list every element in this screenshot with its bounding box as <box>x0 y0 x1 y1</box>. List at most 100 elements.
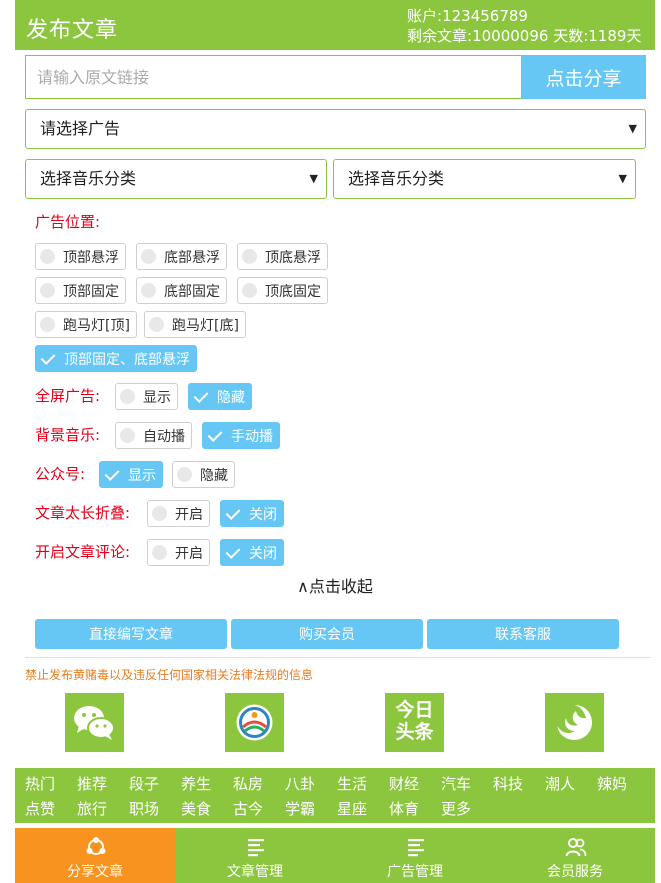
ad-pos-top-fixed-bottom-float[interactable]: 顶部固定、底部悬浮 <box>35 345 197 372</box>
option-label: 顶底悬浮 <box>265 249 321 266</box>
phoenix-news-icon[interactable] <box>545 693 604 752</box>
ad-pos-marquee-top[interactable]: 跑马灯[顶] <box>35 311 137 338</box>
top-header: 发布文章 账户:123456789 剩余文章:10000096 天数:1189天 <box>15 0 655 50</box>
tab-label: 分享文章 <box>67 864 123 880</box>
check-icon <box>225 545 243 560</box>
ad-pos-marquee-bottom[interactable]: 跑马灯[底] <box>144 311 246 338</box>
bg-music-manual[interactable]: 手动播 <box>202 422 280 449</box>
tab-share-article[interactable]: 分享文章 <box>15 828 175 883</box>
tencent-news-icon[interactable] <box>225 693 284 752</box>
tab-ad-management[interactable]: 广告管理 <box>335 828 495 883</box>
ad-pos-bottom-float[interactable]: 底部悬浮 <box>136 243 227 270</box>
music-category-select-1[interactable]: 选择音乐分类 ▼ <box>25 159 327 199</box>
check-icon <box>104 467 122 482</box>
category-item[interactable]: 学霸 <box>285 798 315 819</box>
radio-icon <box>141 249 156 264</box>
fullscreen-ad-show[interactable]: 显示 <box>115 383 178 410</box>
option-label: 显示 <box>128 467 156 484</box>
category-item[interactable]: 古今 <box>233 798 263 819</box>
category-item[interactable]: 潮人 <box>545 773 575 794</box>
tab-label: 会员服务 <box>547 864 603 880</box>
fold-long-off[interactable]: 关闭 <box>220 500 284 527</box>
music-category-select-2[interactable]: 选择音乐分类 ▼ <box>333 159 636 199</box>
tab-label: 文章管理 <box>227 864 283 880</box>
ad-pos-top-float[interactable]: 顶部悬浮 <box>35 243 126 270</box>
category-item[interactable]: 旅行 <box>77 798 107 819</box>
ad-pos-top-fixed[interactable]: 顶部固定 <box>35 277 126 304</box>
radio-icon <box>40 249 55 264</box>
radio-icon <box>141 283 156 298</box>
dropdown-arrow-icon: ▼ <box>309 172 318 185</box>
category-item[interactable]: 生活 <box>337 773 367 794</box>
ad-select-value: 请选择广告 <box>40 119 121 138</box>
bg-music-label: 背景音乐: <box>35 426 101 444</box>
comments-on[interactable]: 开启 <box>147 539 210 566</box>
option-label: 顶部固定 <box>63 283 119 300</box>
comments-label: 开启文章评论: <box>35 543 131 561</box>
category-item[interactable]: 财经 <box>389 773 419 794</box>
radio-icon <box>120 389 135 404</box>
category-item[interactable]: 段子 <box>129 773 159 794</box>
bg-music-auto[interactable]: 自动播 <box>115 422 192 449</box>
remaining-count: 10000096 <box>472 27 549 45</box>
category-item[interactable]: 美食 <box>181 798 211 819</box>
share-button[interactable]: 点击分享 <box>521 55 646 99</box>
radio-icon <box>242 283 257 298</box>
toutiao-text-1: 今日 <box>395 699 434 721</box>
remaining-label: 剩余文章: <box>407 27 473 45</box>
category-item[interactable]: 星座 <box>337 798 367 819</box>
url-share-row: 点击分享 <box>25 55 646 99</box>
category-item[interactable]: 汽车 <box>441 773 471 794</box>
option-label: 开启 <box>175 506 203 523</box>
option-label: 跑马灯[顶] <box>63 317 130 334</box>
category-item[interactable]: 科技 <box>493 773 523 794</box>
ad-pos-both-fixed[interactable]: 顶底固定 <box>237 277 328 304</box>
contact-support-button[interactable]: 联系客服 <box>427 619 619 649</box>
radio-icon <box>40 283 55 298</box>
list-icon <box>408 839 424 857</box>
category-item[interactable]: 体育 <box>389 798 419 819</box>
radio-icon <box>152 506 167 521</box>
radio-icon <box>242 249 257 264</box>
legal-notice: 禁止发布黄赌毒以及违反任何国家相关法律法规的信息 <box>25 668 314 682</box>
option-label: 开启 <box>175 545 203 562</box>
public-account-hide[interactable]: 隐藏 <box>172 461 235 488</box>
ad-pos-bottom-fixed[interactable]: 底部固定 <box>136 277 227 304</box>
category-item[interactable]: 点赞 <box>25 798 55 819</box>
option-label: 关闭 <box>249 545 277 562</box>
ad-select[interactable]: 请选择广告 ▼ <box>25 109 646 149</box>
category-item[interactable]: 八卦 <box>285 773 315 794</box>
wechat-icon[interactable] <box>65 693 124 752</box>
option-label: 跑马灯[底] <box>172 317 239 334</box>
category-item[interactable]: 更多 <box>441 798 471 819</box>
public-account-show[interactable]: 显示 <box>99 461 163 488</box>
category-item[interactable]: 推荐 <box>77 773 107 794</box>
collapse-toggle[interactable]: ∧点击收起 <box>15 573 655 597</box>
fullscreen-ad-hide[interactable]: 隐藏 <box>188 383 252 410</box>
public-account-label: 公众号: <box>35 465 86 483</box>
page: 发布文章 账户:123456789 剩余文章:10000096 天数:1189天… <box>15 0 655 883</box>
category-item[interactable]: 辣妈 <box>597 773 627 794</box>
original-link-input[interactable] <box>26 56 522 98</box>
buy-membership-button[interactable]: 购买会员 <box>231 619 423 649</box>
category-item[interactable]: 职场 <box>129 798 159 819</box>
category-item[interactable]: 热门 <box>25 773 55 794</box>
ad-pos-both-float[interactable]: 顶底悬浮 <box>237 243 328 270</box>
option-label: 顶部固定、底部悬浮 <box>64 351 190 368</box>
fold-long-label: 文章太长折叠: <box>35 504 131 522</box>
tab-member-service[interactable]: 会员服务 <box>495 828 655 883</box>
category-item[interactable]: 私房 <box>233 773 263 794</box>
account-info: 账户:123456789 剩余文章:10000096 天数:1189天 <box>407 6 641 46</box>
toutiao-icon[interactable]: 今日 头条 <box>385 693 444 752</box>
fullscreen-ad-label: 全屏广告: <box>35 387 101 405</box>
divider <box>25 657 651 658</box>
write-article-button[interactable]: 直接编写文章 <box>35 619 227 649</box>
radio-icon <box>40 317 55 332</box>
tab-article-management[interactable]: 文章管理 <box>175 828 335 883</box>
fold-long-on[interactable]: 开启 <box>147 500 210 527</box>
option-label: 手动播 <box>231 428 273 445</box>
option-label: 关闭 <box>249 506 277 523</box>
category-item[interactable]: 养生 <box>181 773 211 794</box>
comments-off[interactable]: 关闭 <box>220 539 284 566</box>
check-icon <box>40 351 58 366</box>
